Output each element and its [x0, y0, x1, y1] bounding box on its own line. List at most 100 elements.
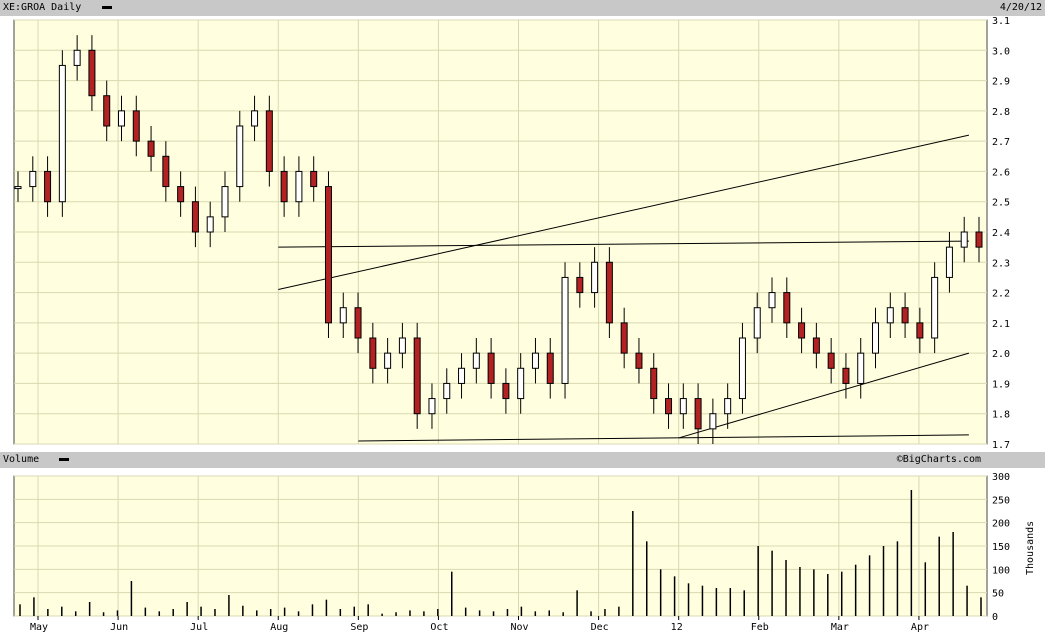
- candle-body: [132, 110, 140, 142]
- candle-body: [265, 110, 273, 172]
- x-tick-label: Sep: [350, 622, 368, 633]
- candle-body: [768, 292, 776, 309]
- candle-body: [147, 140, 155, 157]
- candle-body: [502, 382, 510, 400]
- candle-body: [73, 49, 81, 66]
- candle-body: [14, 186, 22, 190]
- candle-body: [872, 322, 880, 354]
- candle-body: [886, 307, 894, 324]
- x-tick-label: Apr: [911, 622, 929, 633]
- candle-body: [310, 170, 318, 188]
- candle-body: [576, 276, 584, 294]
- candle-body: [517, 367, 525, 400]
- candle-body: [162, 155, 170, 188]
- x-tick-label: Mar: [831, 622, 849, 633]
- volume-y-tick-label: 50: [992, 589, 1004, 600]
- x-tick-label: 12: [671, 622, 683, 633]
- price-y-tick-label: 2.0: [992, 349, 1010, 360]
- candle-body: [591, 261, 599, 294]
- price-y-tick-label: 2.6: [992, 167, 1010, 178]
- price-y-tick-label: 2.1: [992, 319, 1010, 330]
- volume-y-tick-label: 150: [992, 542, 1010, 553]
- candle-body: [975, 231, 983, 248]
- candle-body: [221, 186, 229, 218]
- candle-body: [561, 276, 569, 384]
- candle-body: [280, 170, 288, 203]
- candle-body: [413, 337, 421, 415]
- candle-body: [398, 337, 406, 354]
- price-y-tick-label: 1.7: [992, 440, 1010, 451]
- candle-body: [458, 367, 466, 384]
- price-y-tick-label: 3.0: [992, 46, 1010, 57]
- candle-body: [827, 352, 835, 369]
- x-tick-label: May: [30, 622, 48, 633]
- candle-body: [650, 367, 658, 400]
- x-tick-label: Feb: [751, 622, 769, 633]
- candle-body: [531, 352, 539, 369]
- price-y-tick-label: 2.4: [992, 228, 1010, 239]
- candle-body: [88, 49, 96, 97]
- candle-body: [191, 201, 199, 233]
- x-tick-label: Oct: [430, 622, 448, 633]
- price-y-tick-label: 1.8: [992, 410, 1010, 421]
- price-y-tick-label: 2.3: [992, 258, 1010, 269]
- candle-body: [738, 337, 746, 400]
- x-tick-label: Nov: [511, 622, 529, 633]
- candle-body: [339, 307, 347, 324]
- price-y-tick-label: 2.7: [992, 137, 1010, 148]
- price-y-tick-label: 1.9: [992, 379, 1010, 390]
- candle-body: [945, 246, 953, 278]
- volume-y-tick-label: 300: [992, 472, 1010, 483]
- x-tick-label: Dec: [591, 622, 609, 633]
- x-ticks: May Jun Jul Aug Sep Oct Nov Dec 12 Feb Mar Apr: [30, 616, 929, 633]
- volume-y-tick-label: 100: [992, 565, 1010, 576]
- candle-body: [236, 125, 244, 188]
- volume-ylabel: Thousands: [1025, 521, 1036, 575]
- candle-body: [428, 398, 436, 415]
- price-y-tick-label: 2.2: [992, 289, 1010, 300]
- candle-body: [29, 170, 37, 188]
- candle-body: [117, 110, 125, 127]
- price-y-tick-label: 3.1: [992, 16, 1010, 27]
- candle-body: [103, 95, 111, 127]
- candle-body: [901, 307, 909, 324]
- candle-body: [384, 352, 392, 369]
- candle-body: [324, 186, 332, 324]
- candle-body: [177, 186, 185, 203]
- candle-body: [679, 398, 687, 415]
- candle-body: [206, 216, 214, 233]
- chart-svg: 1.7 1.8 1.9 2.0 2.1 2.2 2.3 2.4 2.5 2.6 2.7 2.8 2.9 3…: [13, 16, 1036, 633]
- candle-body: [251, 110, 259, 127]
- volume-y-tick-label: 200: [992, 519, 1010, 530]
- candle-body: [753, 307, 761, 339]
- x-tick-label: Jun: [110, 622, 128, 633]
- price-y-ticks: 1.7 1.8 1.9 2.0 2.1 2.2 2.3 2.4 2.5 2.6 2.7 2.8 2.9 3…: [992, 16, 1010, 451]
- candle-body: [916, 322, 924, 339]
- x-tick-label: Jul: [190, 622, 208, 633]
- candle-body: [443, 382, 451, 400]
- candle-body: [487, 352, 495, 384]
- candle-body: [694, 398, 702, 430]
- candle-body: [44, 170, 52, 203]
- volume-y-ticks: 0 50 100 150 200 250 300: [992, 472, 1010, 623]
- candle-body: [546, 352, 554, 384]
- candle-body: [369, 337, 377, 369]
- candle-body: [798, 322, 806, 339]
- candle-body: [635, 352, 643, 369]
- candle-body: [960, 231, 968, 248]
- price-y-tick-label: 2.8: [992, 107, 1010, 118]
- candle-body: [931, 276, 939, 339]
- candle-body: [295, 170, 303, 203]
- candle-body: [857, 352, 865, 384]
- x-tick-label: Aug: [270, 622, 288, 633]
- candle-body: [709, 413, 717, 430]
- candle-body: [58, 64, 66, 203]
- candle-body: [842, 367, 850, 384]
- price-y-tick-label: 2.5: [992, 198, 1010, 209]
- volume-y-tick-label: 250: [992, 495, 1010, 506]
- price-y-tick-label: 2.9: [992, 77, 1010, 88]
- candle-body: [783, 292, 791, 324]
- candle-body: [812, 337, 820, 354]
- volume-y-tick-label: 0: [992, 612, 998, 623]
- candle-body: [605, 261, 613, 324]
